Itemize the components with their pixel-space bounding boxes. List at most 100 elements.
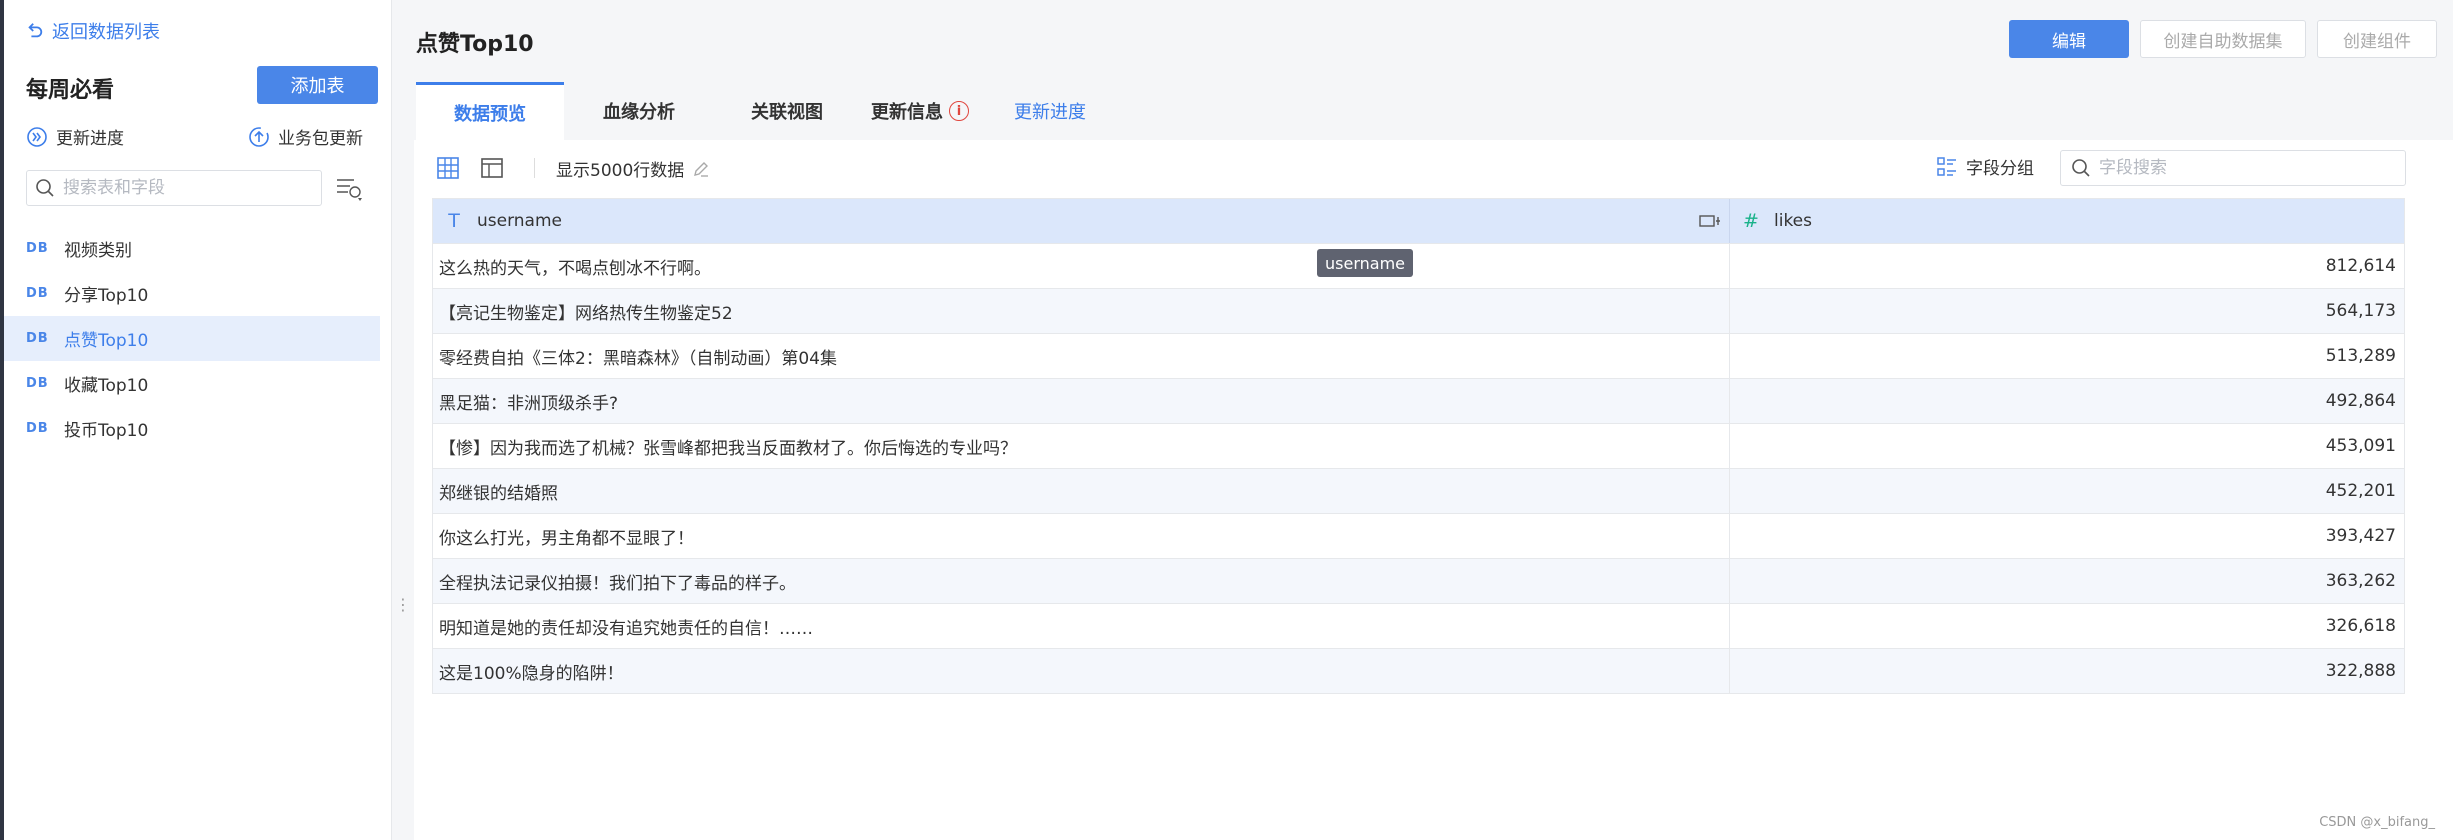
table-row[interactable]: 这是100%隐身的陷阱！ 322,888 bbox=[433, 648, 2404, 693]
cell-likes: 492,864 bbox=[2325, 391, 2396, 411]
field-search-box bbox=[2060, 150, 2406, 186]
sidebar-item-label: 分享Top10 bbox=[64, 286, 149, 306]
table-row[interactable]: 这么热的天气，不喝点刨冰不行啊。 812,614 bbox=[433, 243, 2404, 288]
sidebar-item-label: 视频类别 bbox=[64, 241, 132, 261]
create-dataset-button[interactable]: 创建自助数据集 bbox=[2140, 20, 2306, 58]
cell-likes: 513,289 bbox=[2325, 346, 2396, 366]
cell-username: 你这么打光，男主角都不显眼了！ bbox=[433, 514, 1730, 558]
tab-label: 更新进度 bbox=[1014, 102, 1086, 123]
db-table-icon: DB bbox=[26, 286, 49, 301]
table-search-box bbox=[26, 170, 322, 206]
table-row[interactable]: 全程执法记录仪拍摄！我们拍下了毒品的样子。 363,262 bbox=[433, 558, 2404, 603]
cell-username: 【惨】因为我而选了机械？张雪峰都把我当反面教材了。你后悔选的专业吗？ bbox=[433, 424, 1730, 468]
tab-lineage-analysis[interactable]: 血缘分析 bbox=[564, 82, 714, 140]
cell-username: 零经费自拍《三体2：黑暗森林》（自制动画）第04集 bbox=[433, 334, 1730, 378]
cell-username: 郑继银的结婚照 bbox=[433, 469, 1730, 513]
package-title: 每周必看 bbox=[26, 78, 115, 103]
sidebar-item-likes-top10[interactable]: DB 点赞Top10 bbox=[4, 316, 380, 361]
cell-likes: 393,427 bbox=[2325, 526, 2396, 546]
tab-label: 关联视图 bbox=[751, 102, 823, 123]
undo-arrow-icon bbox=[28, 23, 43, 38]
table-row[interactable]: 明知道是她的责任却没有追究她责任的自信！…… 326,618 bbox=[433, 603, 2404, 648]
watermark: CSDN @x_bifang_ bbox=[2319, 815, 2435, 830]
sidebar: 返回数据列表 每周必看 添加表 更新进度 业务包更新 DB 视频类别 bbox=[4, 0, 392, 840]
cell-username: 【亮记生物鉴定】网络热传生物鉴定52 bbox=[433, 289, 1730, 333]
search-icon bbox=[2072, 159, 2090, 177]
field-search-input[interactable] bbox=[2099, 158, 2389, 178]
page-title: 点赞Top10 bbox=[416, 32, 534, 57]
row-count-setting[interactable]: 显示5000行数据 bbox=[556, 156, 710, 181]
column-header-likes[interactable]: # likes bbox=[1730, 199, 2404, 243]
cell-username: 这是100%隐身的陷阱！ bbox=[433, 649, 1730, 693]
cell-username: 这么热的天气，不喝点刨冰不行啊。 bbox=[433, 244, 1730, 288]
sidebar-item-label: 点赞Top10 bbox=[64, 331, 149, 351]
tab-label: 血缘分析 bbox=[603, 102, 675, 123]
update-progress-button[interactable]: 更新进度 bbox=[26, 124, 124, 149]
db-table-icon: DB bbox=[26, 331, 49, 346]
preview-toolbar: 显示5000行数据 字段分组 bbox=[414, 140, 2453, 196]
table-row[interactable]: 零经费自拍《三体2：黑暗森林》（自制动画）第04集 513,289 bbox=[433, 333, 2404, 378]
db-table-icon: DB bbox=[26, 376, 49, 391]
sidebar-item-coins-top10[interactable]: DB 投币Top10 bbox=[4, 406, 380, 451]
column-width-icon[interactable] bbox=[1699, 211, 1721, 231]
cell-username: 黑足猫：非洲顶级杀手? bbox=[433, 379, 1730, 423]
edit-button[interactable]: 编辑 bbox=[2009, 20, 2129, 58]
sidebar-resize-handle[interactable]: ⋮ bbox=[395, 595, 411, 614]
cell-likes: 452,201 bbox=[2325, 481, 2396, 501]
column-name: likes bbox=[1774, 211, 1813, 231]
tab-label: 更新信息 bbox=[871, 102, 943, 123]
sidebar-item-video-category[interactable]: DB 视频类别 bbox=[4, 226, 380, 271]
back-link-label: 返回数据列表 bbox=[52, 22, 160, 43]
info-icon: i bbox=[949, 101, 969, 121]
cell-likes: 326,618 bbox=[2325, 616, 2396, 636]
column-tooltip: username bbox=[1317, 249, 1413, 277]
main-panel: 点赞Top10 编辑 创建自助数据集 创建组件 数据预览 血缘分析 关联视图 更… bbox=[414, 0, 2453, 840]
sidebar-item-label: 投币Top10 bbox=[64, 421, 149, 441]
db-table-icon: DB bbox=[26, 241, 49, 256]
sidebar-item-label: 收藏Top10 bbox=[64, 376, 149, 396]
cell-likes: 322,888 bbox=[2325, 661, 2396, 681]
add-table-button[interactable]: 添加表 bbox=[257, 66, 378, 104]
table-row[interactable]: 【惨】因为我而选了机械？张雪峰都把我当反面教材了。你后悔选的专业吗？ 453,09… bbox=[433, 423, 2404, 468]
data-preview-table: T username # likes 这么热的天气，不喝点刨冰不行啊。 812,6… bbox=[432, 198, 2405, 694]
field-group-icon bbox=[1937, 156, 1956, 176]
table-row[interactable]: 【亮记生物鉴定】网络热传生物鉴定52 564,173 bbox=[433, 288, 2404, 333]
back-to-list-link[interactable]: 返回数据列表 bbox=[26, 18, 160, 44]
double-chevron-circle-icon bbox=[27, 126, 47, 147]
cell-username: 全程执法记录仪拍摄！我们拍下了毒品的样子。 bbox=[433, 559, 1730, 603]
db-table-icon: DB bbox=[26, 421, 49, 436]
update-progress-label: 更新进度 bbox=[56, 129, 124, 149]
filter-list-icon[interactable] bbox=[334, 174, 366, 204]
upload-circle-icon bbox=[249, 126, 269, 147]
grid-view-icon[interactable] bbox=[436, 156, 460, 180]
field-group-button[interactable]: 字段分组 bbox=[1936, 154, 2034, 179]
cell-likes: 363,262 bbox=[2325, 571, 2396, 591]
text-type-icon: T bbox=[448, 210, 460, 232]
toolbar-divider bbox=[534, 158, 535, 178]
table-header: T username # likes bbox=[433, 199, 2404, 243]
field-group-label: 字段分组 bbox=[1966, 159, 2034, 179]
column-header-username[interactable]: T username bbox=[433, 199, 1730, 243]
table-row[interactable]: 郑继银的结婚照 452,201 bbox=[433, 468, 2404, 513]
tab-update-progress[interactable]: 更新进度 bbox=[980, 82, 1120, 140]
package-update-button[interactable]: 业务包更新 bbox=[248, 124, 363, 149]
column-name: username bbox=[477, 211, 562, 231]
cell-username: 明知道是她的责任却没有追究她责任的自信！…… bbox=[433, 604, 1730, 648]
search-icon bbox=[36, 179, 54, 197]
tab-data-preview[interactable]: 数据预览 bbox=[416, 82, 564, 140]
cell-likes: 564,173 bbox=[2325, 301, 2396, 321]
pencil-icon[interactable] bbox=[692, 160, 710, 178]
table-row[interactable]: 黑足猫：非洲顶级杀手? 492,864 bbox=[433, 378, 2404, 423]
tab-update-info[interactable]: 更新信息 i bbox=[860, 82, 980, 140]
cell-likes: 812,614 bbox=[2325, 256, 2396, 276]
create-component-button[interactable]: 创建组件 bbox=[2317, 20, 2437, 58]
package-update-label: 业务包更新 bbox=[278, 129, 363, 149]
tab-relation-view[interactable]: 关联视图 bbox=[714, 82, 860, 140]
tab-label: 数据预览 bbox=[454, 103, 526, 125]
table-search-input[interactable] bbox=[63, 178, 303, 198]
sidebar-item-share-top10[interactable]: DB 分享Top10 bbox=[4, 271, 380, 316]
sidebar-item-favorites-top10[interactable]: DB 收藏Top10 bbox=[4, 361, 380, 406]
table-row[interactable]: 你这么打光，男主角都不显眼了！ 393,427 bbox=[433, 513, 2404, 558]
table-list: DB 视频类别 DB 分享Top10 DB 点赞Top10 DB 收藏Top10… bbox=[4, 226, 380, 451]
layout-view-icon[interactable] bbox=[480, 156, 504, 180]
